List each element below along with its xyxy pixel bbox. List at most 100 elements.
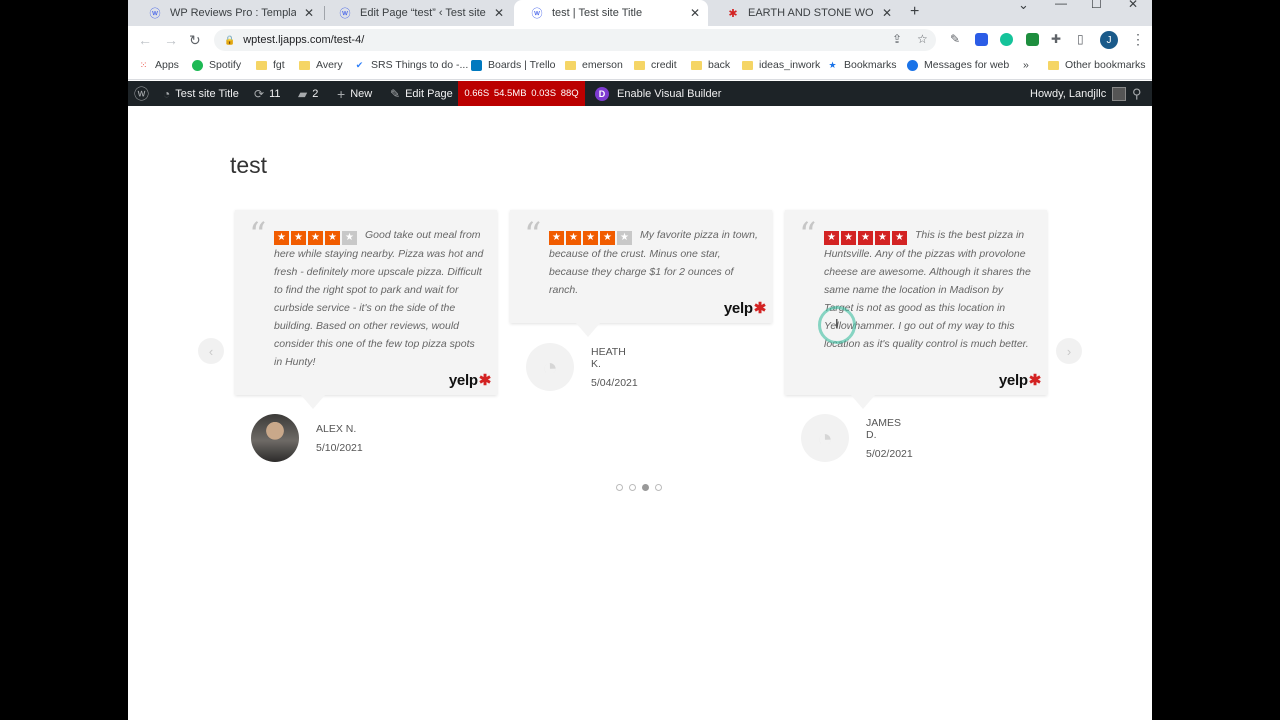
maximize-button[interactable]: ☐ [1091, 0, 1102, 11]
tab-earth-and-stone[interactable]: ✱ EARTH AND STONE WOOD FIRE ✕ [710, 0, 900, 26]
carousel-dot[interactable] [655, 484, 662, 491]
review-bubble: “ ★ ★ ★ ★ ★ Good take out meal from here whil… [235, 210, 497, 395]
back-arrow-icon[interactable]: ← [138, 32, 152, 48]
extensions-puzzle-icon[interactable]: ✚ [1051, 32, 1061, 46]
green-extension-icon[interactable] [1026, 33, 1039, 46]
star-icon: ★ [828, 59, 837, 70]
minimize-button[interactable]: — [1055, 0, 1067, 10]
author-name: ALEX N. [316, 422, 357, 435]
folder-icon [256, 60, 267, 71]
close-tab-icon[interactable]: ✕ [492, 6, 506, 20]
messages-icon [907, 59, 918, 71]
spotify-icon [192, 59, 203, 71]
quote-icon: “ [799, 215, 817, 255]
yelp-logo-icon: yelp ✱ [998, 371, 1041, 390]
person-placeholder-icon: ◔ [542, 351, 558, 382]
bookmark-emerson[interactable]: emerson [565, 59, 623, 71]
new-tab-button[interactable]: + [910, 3, 919, 21]
address-bar[interactable]: 🔒 wptest.ljapps.com/test-4/ [214, 29, 936, 51]
tab-wp-reviews[interactable]: ⓦ WP Reviews Pro : Templates ‹ Tes ✕ [132, 0, 322, 26]
menu-kebab-icon[interactable]: ⋮ [1131, 31, 1145, 48]
quote-icon: “ [524, 215, 542, 255]
reload-icon[interactable]: ↻ [189, 32, 201, 49]
trello-icon [471, 59, 482, 71]
star-rating: ★ ★ ★ ★ ★ [824, 231, 909, 245]
star-icon: ★ [566, 231, 581, 245]
folder-icon [634, 60, 645, 71]
star-rating: ★ ★ ★ ★ ★ [549, 231, 634, 245]
tab-edit-page[interactable]: ⓦ Edit Page “test” ‹ Test site Title — ✕ [322, 0, 512, 26]
chevron-left-icon: ‹ [208, 343, 214, 359]
star-icon: ★ [892, 231, 907, 245]
profile-avatar[interactable]: J [1100, 31, 1118, 49]
admin-search-button[interactable]: ⚲ [1132, 81, 1142, 106]
carousel-prev-button[interactable]: ‹ [198, 338, 224, 364]
edit-page-link[interactable]: ✎ Edit Page [390, 81, 453, 106]
updates-link[interactable]: ⟳ 11 [254, 81, 280, 106]
bookmark-messages[interactable]: Messages for web [907, 59, 1009, 71]
comments-link[interactable]: ▰ 2 [298, 81, 318, 106]
close-tab-icon[interactable]: ✕ [302, 6, 316, 20]
star-icon: ★ [841, 231, 856, 245]
avatar: ◔ [801, 414, 849, 462]
enable-visual-builder-link[interactable]: D Enable Visual Builder [595, 81, 721, 106]
folder-icon [565, 60, 576, 71]
review-date: 5/04/2021 [591, 376, 638, 389]
my-account-link[interactable]: Howdy, Landjllc [1030, 81, 1127, 106]
bookmark-bookmarks[interactable]: ★ Bookmarks [827, 59, 896, 71]
new-content-link[interactable]: + New [337, 81, 372, 106]
apps-grid-icon: ⁙ [139, 59, 148, 70]
page-title: test [230, 152, 268, 178]
star-icon: ★ [858, 231, 873, 245]
author-name: JAMES D. [866, 416, 902, 441]
close-tab-icon[interactable]: ✕ [880, 6, 894, 20]
close-window-button[interactable]: ✕ [1128, 0, 1138, 11]
bookmark-back[interactable]: back [691, 59, 730, 71]
page-content: test ‹ › “ ★ ★ ★ ★ ★ Good take out meal from … [128, 106, 1152, 720]
browser-toolbar: ← → ↻ 🔒 wptest.ljapps.com/test-4/ ⇪ ☆ ✎ … [128, 26, 1152, 54]
bookmark-ideas-inwork[interactable]: ideas_inwork [742, 59, 820, 71]
bookmark-srs[interactable]: ✔ SRS Things to do -... [354, 59, 469, 71]
bookmark-trello[interactable]: Boards | Trello [471, 59, 556, 71]
review-text: This is the best pizza in Huntsville. An… [824, 229, 1031, 350]
blue-extension-icon[interactable] [975, 33, 988, 46]
side-panel-icon[interactable]: ▯ [1077, 32, 1084, 46]
tab-test-page[interactable]: ⓦ test | Test site Title ✕ [514, 0, 708, 26]
yelp-logo-icon: yelp ✱ [723, 299, 766, 318]
checkmark-icon: ✔ [355, 59, 364, 70]
bookmark-avery[interactable]: Avery [299, 59, 343, 71]
plus-icon: + [337, 85, 346, 102]
eyedropper-extension-icon[interactable]: ✎ [950, 32, 960, 46]
close-tab-icon[interactable]: ✕ [688, 6, 702, 20]
bookmark-other[interactable]: Other bookmarks [1048, 59, 1146, 71]
tab-strip: ⓦ WP Reviews Pro : Templates ‹ Tes ✕ ⓦ E… [128, 0, 1152, 26]
star-icon: ★ [824, 231, 839, 245]
review-date: 5/10/2021 [316, 441, 363, 454]
bookmark-fgt[interactable]: fgt [256, 59, 285, 71]
carousel-next-button[interactable]: › [1056, 338, 1082, 364]
wordpress-icon: ⓦ [339, 8, 351, 20]
more-bookmarks-button[interactable]: » [1023, 59, 1029, 71]
grammarly-extension-icon[interactable] [1000, 33, 1013, 46]
site-title-link[interactable]: ◔ Test site Title [163, 81, 239, 106]
bookmark-spotify[interactable]: Spotify [192, 59, 241, 71]
text-cursor-icon: I [835, 316, 839, 331]
wordpress-icon: ⓦ [149, 8, 161, 20]
query-monitor-stats[interactable]: 0.66S 54.5MB 0.03S 88Q [458, 81, 585, 106]
tab-search-icon[interactable]: ⌄ [1018, 0, 1029, 13]
avatar: ◔ [526, 343, 574, 391]
bookmark-credit[interactable]: credit [634, 59, 677, 71]
share-icon[interactable]: ⇪ [892, 32, 902, 46]
review-author: ALEX N. 5/10/2021 [251, 414, 363, 462]
carousel-dot[interactable] [642, 484, 649, 491]
wp-logo-button[interactable]: ⓦ [134, 81, 154, 106]
star-icon: ★ [549, 231, 564, 245]
forward-arrow-icon[interactable]: → [164, 32, 178, 48]
bookmark-star-icon[interactable]: ☆ [917, 32, 928, 46]
bookmark-apps[interactable]: ⁙ Apps [138, 59, 179, 71]
bookmarks-bar: ⁙ Apps Spotify fgt Avery ✔ SRS Things to… [128, 54, 1152, 80]
carousel-dot[interactable] [629, 484, 636, 491]
person-placeholder-icon: ◔ [817, 422, 833, 453]
carousel-dot[interactable] [616, 484, 623, 491]
comment-icon: ▰ [298, 86, 308, 101]
